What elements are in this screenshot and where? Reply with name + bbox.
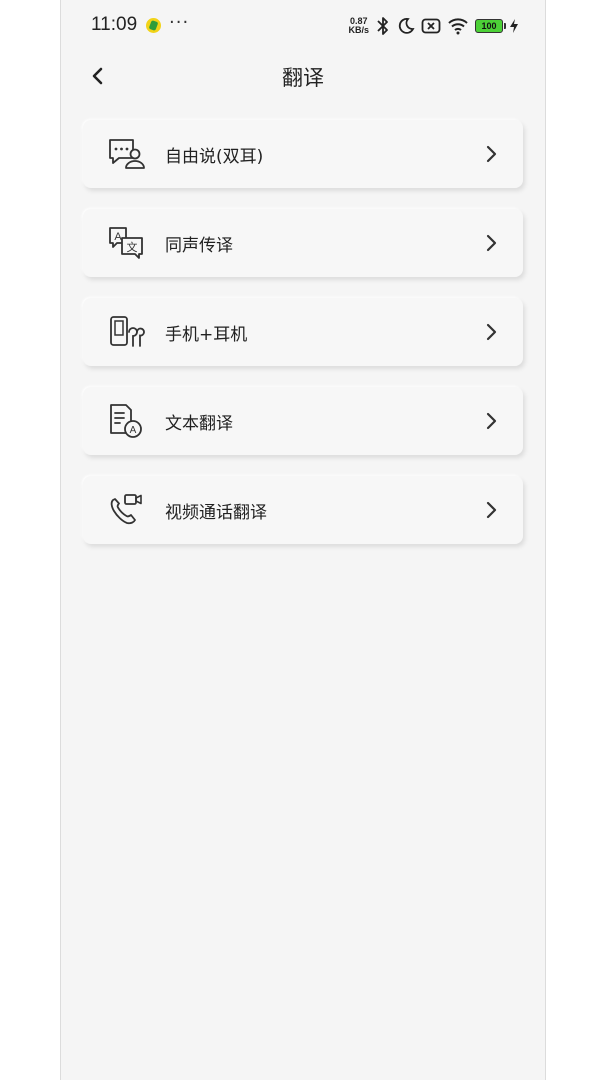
menu-item-label: 手机+耳机 [165, 325, 248, 345]
status-icons: 0.87 KB/s 100 [348, 12, 519, 40]
svg-text:文: 文 [127, 240, 138, 254]
page-title: 翻译 [282, 66, 324, 90]
chevron-right-icon [486, 234, 497, 252]
bluetooth-icon [377, 17, 388, 35]
menu-item-free-talk[interactable]: 自由说(双耳) [83, 120, 523, 188]
menu-item-text-translation[interactable]: A 文本翻译 [83, 387, 523, 455]
chevron-right-icon [486, 145, 497, 163]
menu-item-label: 自由说(双耳) [165, 147, 264, 167]
charging-icon [510, 19, 518, 33]
menu-item-label: 视频通话翻译 [165, 503, 267, 523]
network-speed-unit: KB/s [348, 25, 369, 35]
battery-icon: 100 [475, 19, 506, 33]
page-header: 翻译 [61, 52, 545, 100]
status-bar: 11:09 ··· 0.87 KB/s 100 [61, 0, 545, 52]
video-call-icon [110, 494, 142, 525]
app-screen: 11:09 ··· 0.87 KB/s 100 翻译 自由说(双耳) A 文 同… [60, 0, 546, 1080]
translation-menu: 自由说(双耳) A 文 同声传译 手机+耳机 A 文本翻译 视频通话翻译 [83, 120, 523, 565]
more-notifications-icon: ··· [169, 12, 190, 33]
chat-person-icon [109, 139, 145, 169]
phone-earbud-icon [110, 316, 145, 347]
translate-icon: A 文 [109, 227, 143, 259]
moon-icon [398, 18, 415, 34]
chevron-right-icon [486, 412, 497, 430]
menu-item-video-call-translation[interactable]: 视频通话翻译 [83, 476, 523, 544]
chevron-right-icon [486, 501, 497, 519]
chevron-right-icon [486, 323, 497, 341]
menu-item-label: 文本翻译 [165, 414, 233, 434]
no-sim-icon [421, 18, 441, 34]
text-translate-icon: A [110, 404, 142, 438]
wifi-icon [448, 18, 468, 35]
app-notification-icon [146, 18, 161, 33]
menu-item-phone-earbuds[interactable]: 手机+耳机 [83, 298, 523, 366]
menu-item-simultaneous-interpretation[interactable]: A 文 同声传译 [83, 209, 523, 277]
network-speed: 0.87 KB/s [348, 17, 369, 35]
status-time: 11:09 [91, 14, 138, 35]
menu-item-label: 同声传译 [165, 236, 233, 256]
svg-text:A: A [130, 425, 137, 436]
